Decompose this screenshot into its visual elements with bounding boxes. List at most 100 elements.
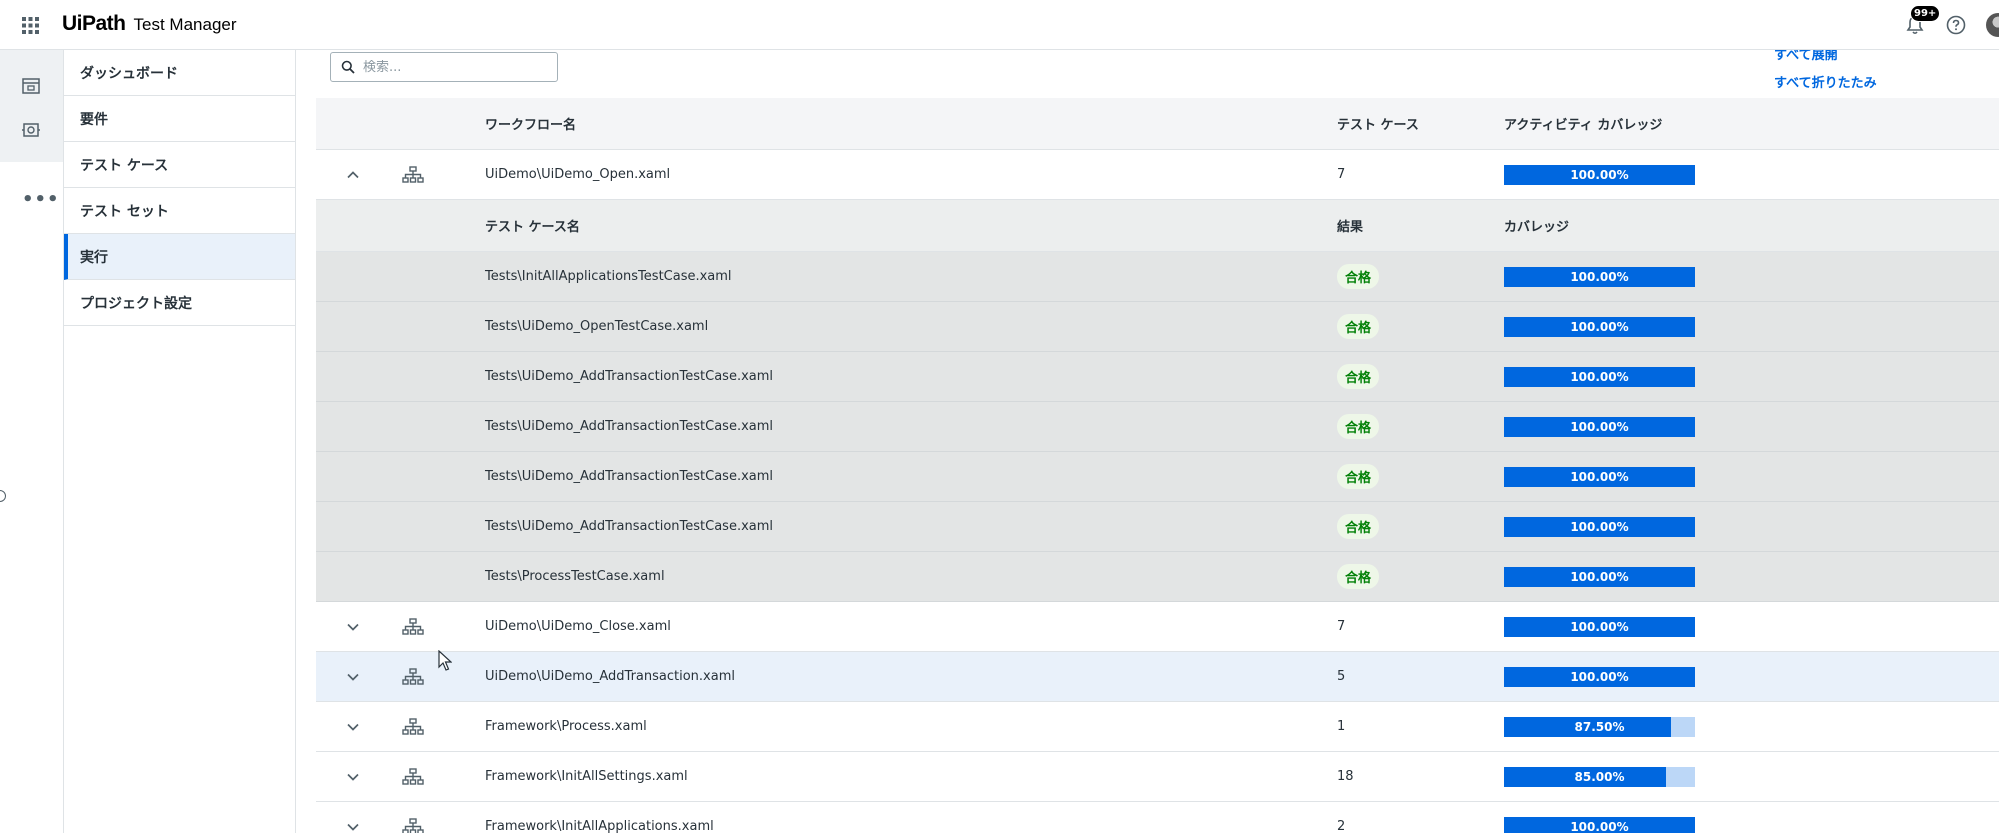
search-input[interactable] [363,59,543,75]
uipath-logo: UiPath [62,12,126,35]
coverage-bar: 100.00% [1504,816,1695,833]
test-case-row[interactable]: Tests\UiDemo_AddTransactionTestCase.xaml… [316,402,1999,452]
test-case-count: 7 [1337,167,1346,182]
chevron-down-icon [347,673,359,681]
coverage-bar: 100.00% [1504,266,1695,287]
expand-row-button[interactable] [338,652,368,701]
chevron-down-icon [347,823,359,831]
result-badge: 合格 [1337,564,1380,589]
test-case-row[interactable]: Tests\UiDemo_AddTransactionTestCase.xaml… [316,352,1999,402]
table-row[interactable]: UiDemo\UiDemo_AddTransaction.xaml 5 100.… [316,652,1999,702]
nav-item-execution[interactable]: 実行 [64,234,295,280]
nav-item-test-cases[interactable]: テスト ケース [64,142,295,188]
help-icon[interactable] [1945,14,1967,36]
table-row[interactable]: Framework\InitAllApplications.xaml 2 100… [316,802,1999,833]
coverage-label: 100.00% [1570,819,1629,833]
table-row[interactable]: Framework\Process.xaml 1 87.50% [316,702,1999,752]
search-box[interactable] [330,52,558,82]
column-header-result: 結果 [1337,220,1364,235]
test-case-row[interactable]: Tests\UiDemo_AddTransactionTestCase.xaml… [316,502,1999,552]
workflow-tree-icon [402,817,424,833]
nav-item-requirements[interactable]: 要件 [64,96,295,142]
column-header-activity-coverage[interactable]: アクティビティ カバレッジ [1504,98,1662,149]
left-rail: ••• [0,50,64,833]
expand-all-link[interactable]: すべて展開 [1774,50,1838,63]
workflow-name: UiDemo\UiDemo_Close.xaml [485,619,671,634]
nav-item-test-sets[interactable]: テスト セット [64,188,295,234]
coverage-label: 100.00% [1570,619,1629,634]
test-case-row[interactable]: Tests\UiDemo_OpenTestCase.xaml 合格 100.00… [316,302,1999,352]
result-badge: 合格 [1337,264,1380,289]
mouse-cursor-icon [438,650,452,671]
user-avatar[interactable] [1986,13,1999,37]
workflow-name: Framework\InitAllApplications.xaml [485,819,714,833]
coverage-label: 100.00% [1570,369,1629,384]
column-header-workflow[interactable]: ワークフロー名 [485,98,576,149]
coverage-label: 100.00% [1570,519,1629,534]
result-badge: 合格 [1337,414,1380,439]
workflow-tree-icon [402,165,424,183]
secondary-nav: ダッシュボード 要件 テスト ケース テスト セット 実行 プロジェクト設定 [64,50,296,833]
test-case-count: 18 [1337,769,1354,784]
test-case-name: Tests\UiDemo_AddTransactionTestCase.xaml [485,519,774,534]
test-case-row[interactable]: Tests\UiDemo_AddTransactionTestCase.xaml… [316,452,1999,502]
test-case-name: Tests\UiDemo_AddTransactionTestCase.xaml [485,469,774,484]
table-row[interactable]: UiDemo\UiDemo_Open.xaml 7 100.00% [316,150,1999,200]
column-header-test-case-name: テスト ケース名 [485,220,580,235]
workflow-tree-icon [402,767,424,785]
column-header-test-cases[interactable]: テスト ケース [1337,98,1419,149]
apps-grid-icon[interactable] [22,17,39,34]
coverage-bar: 85.00% [1504,766,1695,787]
coverage-bar: 100.00% [1504,616,1695,637]
result-badge: 合格 [1337,314,1380,339]
more-options-icon[interactable]: ••• [22,189,60,210]
nav-item-dashboard[interactable]: ダッシュボード [64,50,295,96]
table-row[interactable]: UiDemo\UiDemo_Close.xaml 7 100.00% [316,602,1999,652]
table-row[interactable]: Framework\InitAllSettings.xaml 18 85.00% [316,752,1999,802]
workflow-name: Framework\InitAllSettings.xaml [485,769,688,784]
coverage-table: ワークフロー名 テスト ケース アクティビティ カバレッジ UiDemo\UiD… [316,98,1999,833]
workflow-name: UiDemo\UiDemo_Open.xaml [485,167,671,182]
coverage-label: 100.00% [1570,419,1629,434]
rail-active-group [0,50,63,162]
chevron-down-icon [347,773,359,781]
expand-row-button[interactable] [338,702,368,751]
expand-row-button[interactable] [338,602,368,651]
table-header: ワークフロー名 テスト ケース アクティビティ カバレッジ [316,98,1999,150]
column-header-coverage: カバレッジ [1504,220,1570,235]
product-name: Test Manager [133,15,237,34]
test-case-name: Tests\UiDemo_AddTransactionTestCase.xaml [485,419,774,434]
product-logo[interactable]: UiPath Test Manager [62,12,237,36]
workflow-tree-icon [402,717,424,735]
coverage-bar: 100.00% [1504,466,1695,487]
workflow-tree-icon [402,617,424,635]
collapse-row-button[interactable] [338,150,368,199]
coverage-bar: 100.00% [1504,666,1695,687]
notification-count-badge: 99+ [1910,5,1941,22]
expand-row-button[interactable] [338,752,368,801]
nav-item-project-settings[interactable]: プロジェクト設定 [64,280,295,326]
coverage-bar: 100.00% [1504,416,1695,437]
coverage-bar: 87.50% [1504,716,1695,737]
test-case-count: 7 [1337,619,1346,634]
coverage-bar: 100.00% [1504,316,1695,337]
test-manager-icon[interactable] [21,76,41,96]
test-case-subheader: テスト ケース名 結果 カバレッジ [316,200,1999,252]
edge-handle-icon[interactable] [0,490,6,502]
result-badge: 合格 [1337,364,1380,389]
coverage-label: 85.00% [1574,769,1625,784]
test-case-row[interactable]: Tests\ProcessTestCase.xaml 合格 100.00% [316,552,1999,602]
chevron-down-icon [347,723,359,731]
coverage-bar: 100.00% [1504,516,1695,537]
test-case-name: Tests\ProcessTestCase.xaml [485,569,665,584]
expand-row-button[interactable] [338,802,368,833]
test-case-count: 2 [1337,819,1346,833]
collapse-all-link[interactable]: すべて折りたたみ [1774,72,1877,91]
workflow-tree-icon [402,667,424,685]
chevron-up-icon [347,170,359,178]
robot-icon[interactable] [21,120,41,140]
coverage-bar: 100.00% [1504,164,1695,185]
top-header: UiPath Test Manager 99+ [0,0,1999,50]
coverage-label: 100.00% [1570,167,1629,182]
test-case-row[interactable]: Tests\InitAllApplicationsTestCase.xaml 合… [316,252,1999,302]
